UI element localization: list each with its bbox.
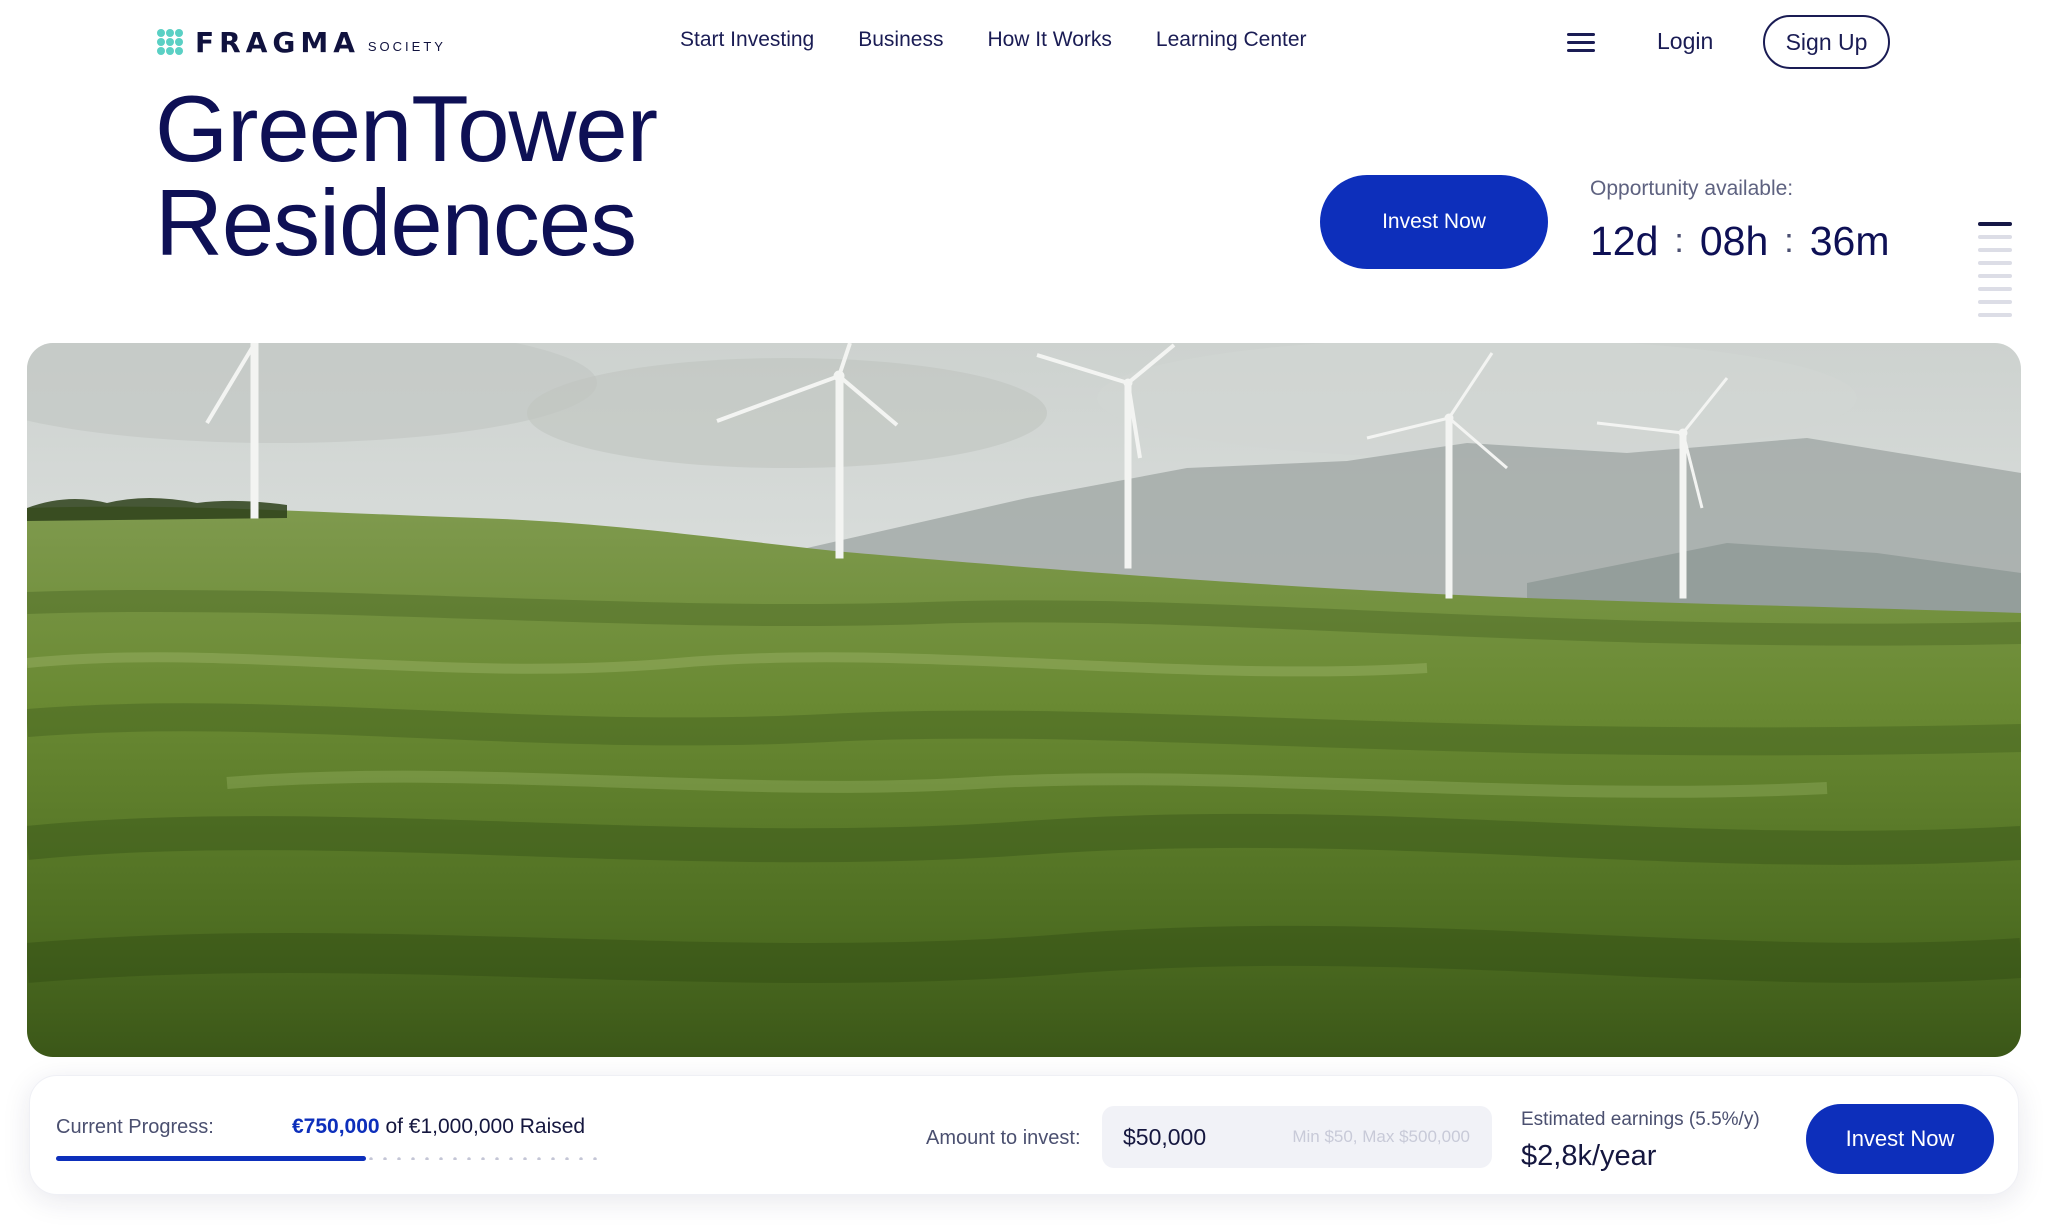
countdown-timer: 12d : 08h : 36m xyxy=(1590,218,1890,265)
raised-summary: €750,000 of €1,000,000 Raised xyxy=(292,1115,585,1139)
nav-business[interactable]: Business xyxy=(858,28,943,52)
page-title: GreenTower Residences xyxy=(155,76,658,275)
earnings-value: $2,8k/year xyxy=(1521,1140,1657,1172)
signup-button[interactable]: Sign Up xyxy=(1763,15,1890,69)
brand-tagline: SOCIETY xyxy=(367,38,446,54)
timer-separator: : xyxy=(1784,222,1794,260)
scroll-marker[interactable] xyxy=(1978,261,2012,265)
timer-separator: : xyxy=(1674,222,1684,260)
amount-hint: Min $50, Max $500,000 xyxy=(1292,1127,1470,1146)
hero-image xyxy=(27,343,2021,1057)
invest-now-button[interactable]: Invest Now xyxy=(1320,175,1548,269)
nav-start-investing[interactable]: Start Investing xyxy=(680,28,814,52)
logo-mark-icon xyxy=(157,29,183,55)
brand-logo[interactable]: FRAGMA SOCIETY xyxy=(157,25,446,59)
brand-name: FRAGMA xyxy=(195,25,360,59)
invest-now-bar-button[interactable]: Invest Now xyxy=(1806,1104,1994,1174)
scroll-marker[interactable] xyxy=(1978,248,2012,252)
earnings-label: Estimated earnings (5.5%/y) xyxy=(1521,1109,1760,1130)
scroll-marker-active[interactable] xyxy=(1978,222,2012,226)
nav-how-it-works[interactable]: How It Works xyxy=(987,28,1111,52)
amount-input[interactable]: $50,000 Min $50, Max $500,000 xyxy=(1102,1106,1492,1168)
scroll-marker[interactable] xyxy=(1978,300,2012,304)
page-title-line-2: Residences xyxy=(155,170,637,275)
timer-hours: 08h xyxy=(1699,218,1769,264)
scroll-marker[interactable] xyxy=(1978,235,2012,239)
timer-minutes: 36m xyxy=(1809,218,1890,264)
page-title-line-1: GreenTower xyxy=(155,76,658,181)
progress-label: Current Progress: xyxy=(56,1116,214,1138)
progress-bar xyxy=(56,1156,599,1161)
timer-days: 12d xyxy=(1590,218,1659,264)
amount-label: Amount to invest: xyxy=(926,1127,1081,1149)
progress-fill xyxy=(56,1156,366,1161)
raised-target: of €1,000,000 Raised xyxy=(385,1115,586,1138)
section-scroll-indicator[interactable] xyxy=(1978,222,2012,326)
nav-learning-center[interactable]: Learning Center xyxy=(1156,28,1307,52)
login-link[interactable]: Login xyxy=(1657,28,1713,55)
amount-value[interactable]: $50,000 xyxy=(1123,1124,1206,1151)
investment-bar: Current Progress: €750,000 of €1,000,000… xyxy=(29,1075,2019,1195)
main-nav: Start Investing Business How It Works Le… xyxy=(680,28,1351,52)
scroll-marker[interactable] xyxy=(1978,274,2012,278)
hamburger-menu-icon[interactable] xyxy=(1567,33,1595,53)
scroll-marker[interactable] xyxy=(1978,287,2012,291)
scroll-marker[interactable] xyxy=(1978,313,2012,317)
opportunity-label: Opportunity available: xyxy=(1590,177,1794,200)
raised-amount: €750,000 xyxy=(292,1115,380,1138)
